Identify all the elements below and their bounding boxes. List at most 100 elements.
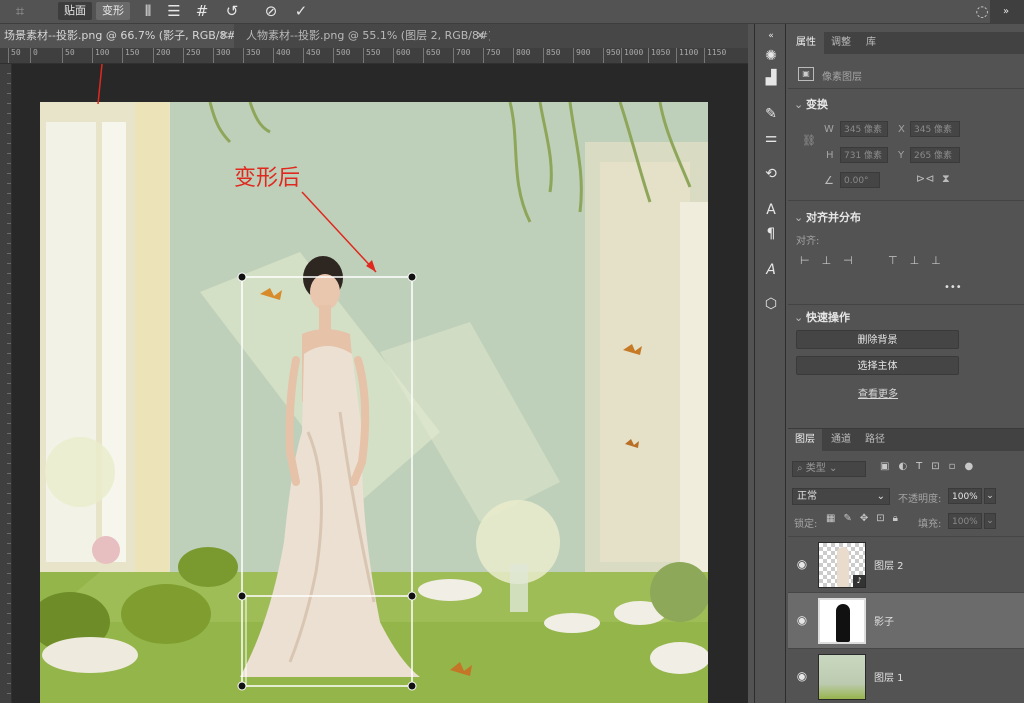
ruler-tick: 1050 bbox=[648, 48, 670, 63]
ruler-tick: 500 bbox=[333, 48, 350, 63]
y-label: Y bbox=[898, 150, 905, 161]
layer-row[interactable]: ◉ 影子 bbox=[788, 592, 1024, 648]
remove-background-button[interactable]: 删除背景 bbox=[796, 330, 959, 349]
commit-check-icon[interactable]: ✓ bbox=[291, 1, 311, 21]
ruler-tick: 750 bbox=[483, 48, 500, 63]
glass-vase bbox=[510, 564, 528, 612]
collapse-panels-icon[interactable]: » bbox=[996, 2, 1016, 22]
chevron-down-icon: ⌄ bbox=[876, 491, 885, 502]
paragraph-icon[interactable]: ¶ bbox=[761, 224, 781, 244]
y-field[interactable]: 265 像素 bbox=[910, 147, 960, 163]
expand-panels-icon[interactable]: « bbox=[761, 26, 781, 46]
chevron-down-icon[interactable]: ⌄ bbox=[984, 488, 996, 504]
histogram-icon[interactable]: ▟ bbox=[761, 68, 781, 88]
ruler-tick: 1000 bbox=[621, 48, 643, 63]
lock-icons[interactable]: ▦✎✥⊡🔒︎ bbox=[826, 513, 906, 524]
ruler-tick: 1100 bbox=[676, 48, 698, 63]
eye-icon[interactable]: ◉ bbox=[795, 613, 809, 627]
opacity-field[interactable]: 100% bbox=[948, 488, 982, 504]
quick-actions-section-title[interactable]: ⌄ 快速操作 bbox=[794, 309, 850, 325]
eye-icon[interactable]: ◉ bbox=[795, 557, 809, 571]
tab-properties[interactable]: 属性 bbox=[788, 32, 824, 54]
tool-preset-icon[interactable]: ⌗ bbox=[10, 1, 30, 21]
adjust-sliders-icon[interactable]: ⚌ bbox=[761, 128, 781, 148]
3d-cube-icon[interactable]: ⬡ bbox=[761, 294, 781, 314]
cancel-icon[interactable]: ⊘ bbox=[261, 1, 281, 21]
horizontal-split-icon[interactable]: ☰ bbox=[164, 1, 184, 21]
layer-name[interactable]: 影子 bbox=[874, 613, 894, 628]
transform-section-title[interactable]: ⌄ 变换 bbox=[794, 96, 828, 112]
vertical-split-icon[interactable]: ⦀ bbox=[138, 1, 158, 21]
document-canvas[interactable]: 变形后 bbox=[40, 102, 708, 703]
cushion bbox=[418, 579, 482, 601]
fill-field[interactable]: 100% bbox=[948, 513, 982, 529]
ruler-tick: 350 bbox=[243, 48, 260, 63]
flip-vertical-icon[interactable]: ⧗ bbox=[942, 172, 950, 186]
transform-handle[interactable] bbox=[407, 272, 417, 282]
tab-channels[interactable]: 通道 bbox=[824, 429, 858, 451]
transform-mode-button[interactable]: 变形 bbox=[96, 2, 130, 20]
blend-mode-select[interactable]: 正常 ⌄ bbox=[792, 488, 890, 505]
transform-handle[interactable] bbox=[237, 272, 247, 282]
navigator-icon[interactable]: ✺ bbox=[761, 46, 781, 66]
x-field[interactable]: 345 像素 bbox=[910, 121, 960, 137]
annotation-text: 变形后 bbox=[234, 166, 300, 191]
grid-split-icon[interactable]: # bbox=[192, 1, 212, 21]
layer-thumbnail bbox=[818, 654, 866, 700]
layer-name[interactable]: 图层 1 bbox=[874, 669, 904, 684]
flip-horizontal-icon[interactable]: ⊳⊲ bbox=[916, 172, 934, 185]
history-icon[interactable]: ⟲ bbox=[761, 164, 781, 184]
ruler-tick: 550 bbox=[363, 48, 380, 63]
transform-handle[interactable] bbox=[407, 591, 417, 601]
tab-layers[interactable]: 图层 bbox=[788, 429, 822, 451]
face bbox=[310, 274, 340, 310]
tab-paths[interactable]: 路径 bbox=[860, 429, 890, 451]
transform-handle[interactable] bbox=[237, 591, 247, 601]
ruler-tick: 450 bbox=[303, 48, 320, 63]
tab-person-document[interactable]: 人物素材--投影.png @ 55.1% (图层 2, RGB/8#) * ✕ bbox=[236, 24, 490, 48]
annotation-arrow-top bbox=[97, 64, 103, 104]
chevron-down-icon: ⌄ bbox=[794, 98, 804, 111]
more-options-icon[interactable]: ••• bbox=[944, 282, 962, 293]
glyphs-icon[interactable]: A bbox=[761, 260, 781, 280]
search-icon[interactable]: ◌ bbox=[972, 1, 992, 21]
layer-row[interactable]: ◉ 图层 1 bbox=[788, 648, 1024, 703]
divider bbox=[788, 200, 1024, 201]
tab-adjustments[interactable]: 调整 bbox=[824, 32, 858, 54]
align-buttons[interactable]: ⊢⊥⊣ bbox=[800, 254, 865, 267]
lock-label: 锁定: bbox=[794, 519, 818, 530]
select-subject-button[interactable]: 选择主体 bbox=[796, 356, 959, 375]
canvas-area[interactable]: 变形后 bbox=[12, 64, 748, 703]
align-section-title[interactable]: ⌄ 对齐并分布 bbox=[794, 209, 861, 225]
eye-icon[interactable]: ◉ bbox=[795, 669, 809, 683]
layer-row[interactable]: ◉ ♪ 图层 2 bbox=[788, 536, 1024, 592]
layer-thumbnail: ♪ bbox=[818, 542, 866, 588]
ruler-tick: 700 bbox=[453, 48, 470, 63]
height-field[interactable]: 731 像素 bbox=[840, 147, 888, 163]
warp-mode-button[interactable]: 贴面 bbox=[58, 2, 92, 20]
link-icon[interactable]: ⛓ bbox=[802, 134, 816, 147]
angle-field[interactable]: 0.00° bbox=[840, 172, 880, 188]
close-icon[interactable]: ✕ bbox=[476, 24, 485, 48]
brush-settings-icon[interactable]: ✎ bbox=[761, 104, 781, 124]
align-vertical-buttons[interactable]: ⊤⊥⊥ bbox=[888, 254, 953, 267]
transform-handle[interactable] bbox=[237, 681, 247, 691]
width-field[interactable]: 345 像素 bbox=[840, 121, 888, 137]
opacity-label: 不透明度: bbox=[898, 494, 942, 505]
ruler-tick: 900 bbox=[573, 48, 590, 63]
close-icon[interactable]: ✕ bbox=[220, 24, 229, 48]
chevron-down-icon[interactable]: ⌄ bbox=[984, 513, 996, 529]
ruler-tick: 150 bbox=[122, 48, 139, 63]
layer-filter-select[interactable]: ⌕ 类型 ⌄ bbox=[792, 461, 866, 477]
tab-scene-document[interactable]: 场景素材--投影.png @ 66.7% (影子, RGB/8#) * ✕ bbox=[0, 24, 234, 48]
character-icon[interactable]: A bbox=[761, 200, 781, 220]
x-label: X bbox=[898, 124, 905, 135]
chevron-down-icon: ⌄ bbox=[794, 211, 804, 224]
view-more-link[interactable]: 查看更多 bbox=[858, 385, 898, 400]
reset-icon[interactable]: ↺ bbox=[222, 1, 242, 21]
transform-handle[interactable] bbox=[407, 681, 417, 691]
tab-libraries[interactable]: 库 bbox=[858, 32, 884, 54]
ruler-tick: 300 bbox=[213, 48, 230, 63]
layer-filter-icons[interactable]: ▣◐T⊡▫● bbox=[880, 461, 982, 472]
layer-name[interactable]: 图层 2 bbox=[874, 557, 904, 572]
